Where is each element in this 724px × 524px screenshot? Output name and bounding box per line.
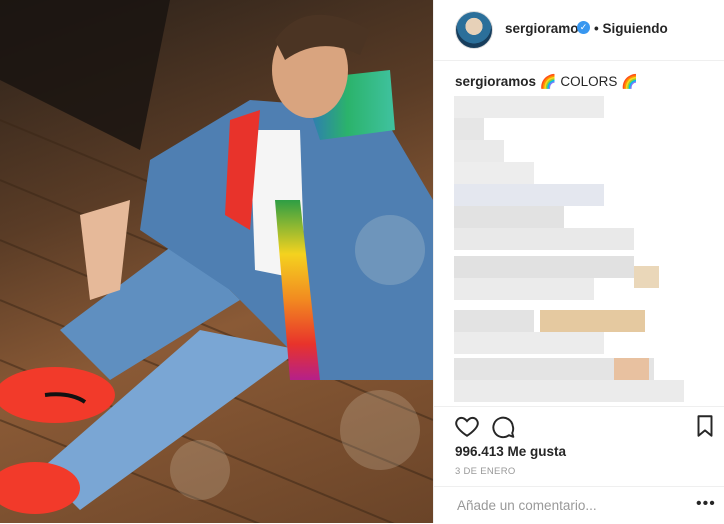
bookmark-icon[interactable] bbox=[692, 413, 718, 439]
pixel-block bbox=[454, 332, 604, 354]
post-photo[interactable] bbox=[0, 0, 433, 523]
pixel-block bbox=[634, 266, 659, 288]
pixel-block bbox=[454, 228, 634, 250]
pixel-block bbox=[454, 118, 484, 140]
post-date[interactable]: 3 DE ENERO bbox=[455, 466, 516, 477]
like-count[interactable]: 996.413 Me gusta bbox=[455, 444, 566, 459]
comment-icon[interactable] bbox=[490, 413, 516, 439]
post-header: sergioramos ✓ • Siguiendo bbox=[434, 0, 724, 61]
comment-box: ••• bbox=[434, 486, 724, 524]
pixel-block bbox=[454, 162, 534, 184]
pixel-block bbox=[454, 140, 504, 162]
verified-badge-icon: ✓ bbox=[577, 21, 590, 34]
pixel-block bbox=[454, 278, 594, 300]
more-options-icon[interactable]: ••• bbox=[696, 495, 716, 513]
comment-input[interactable] bbox=[455, 497, 679, 514]
caption-text: 🌈 COLORS 🌈 bbox=[539, 74, 638, 89]
following-button[interactable]: • Siguiendo bbox=[594, 21, 668, 36]
post-caption: sergioramos 🌈 COLORS 🌈 bbox=[455, 74, 638, 90]
photo-illustration bbox=[0, 0, 433, 523]
pixel-block bbox=[454, 184, 604, 206]
pixel-block bbox=[540, 310, 645, 332]
post-side-panel: sergioramos ✓ • Siguiendo sergioramos 🌈 … bbox=[433, 0, 724, 523]
heart-icon[interactable] bbox=[454, 413, 480, 439]
avatar[interactable] bbox=[455, 11, 493, 49]
post-actions bbox=[434, 406, 724, 443]
pixel-block bbox=[454, 380, 684, 402]
header-username[interactable]: sergioramos bbox=[505, 21, 586, 36]
pixel-block bbox=[454, 96, 604, 118]
pixel-block bbox=[614, 358, 649, 380]
pixel-block bbox=[454, 206, 564, 228]
caption-username[interactable]: sergioramos bbox=[455, 74, 536, 89]
pixel-block bbox=[454, 310, 534, 332]
pixelated-comments bbox=[454, 96, 704, 406]
pixel-block bbox=[454, 256, 634, 278]
